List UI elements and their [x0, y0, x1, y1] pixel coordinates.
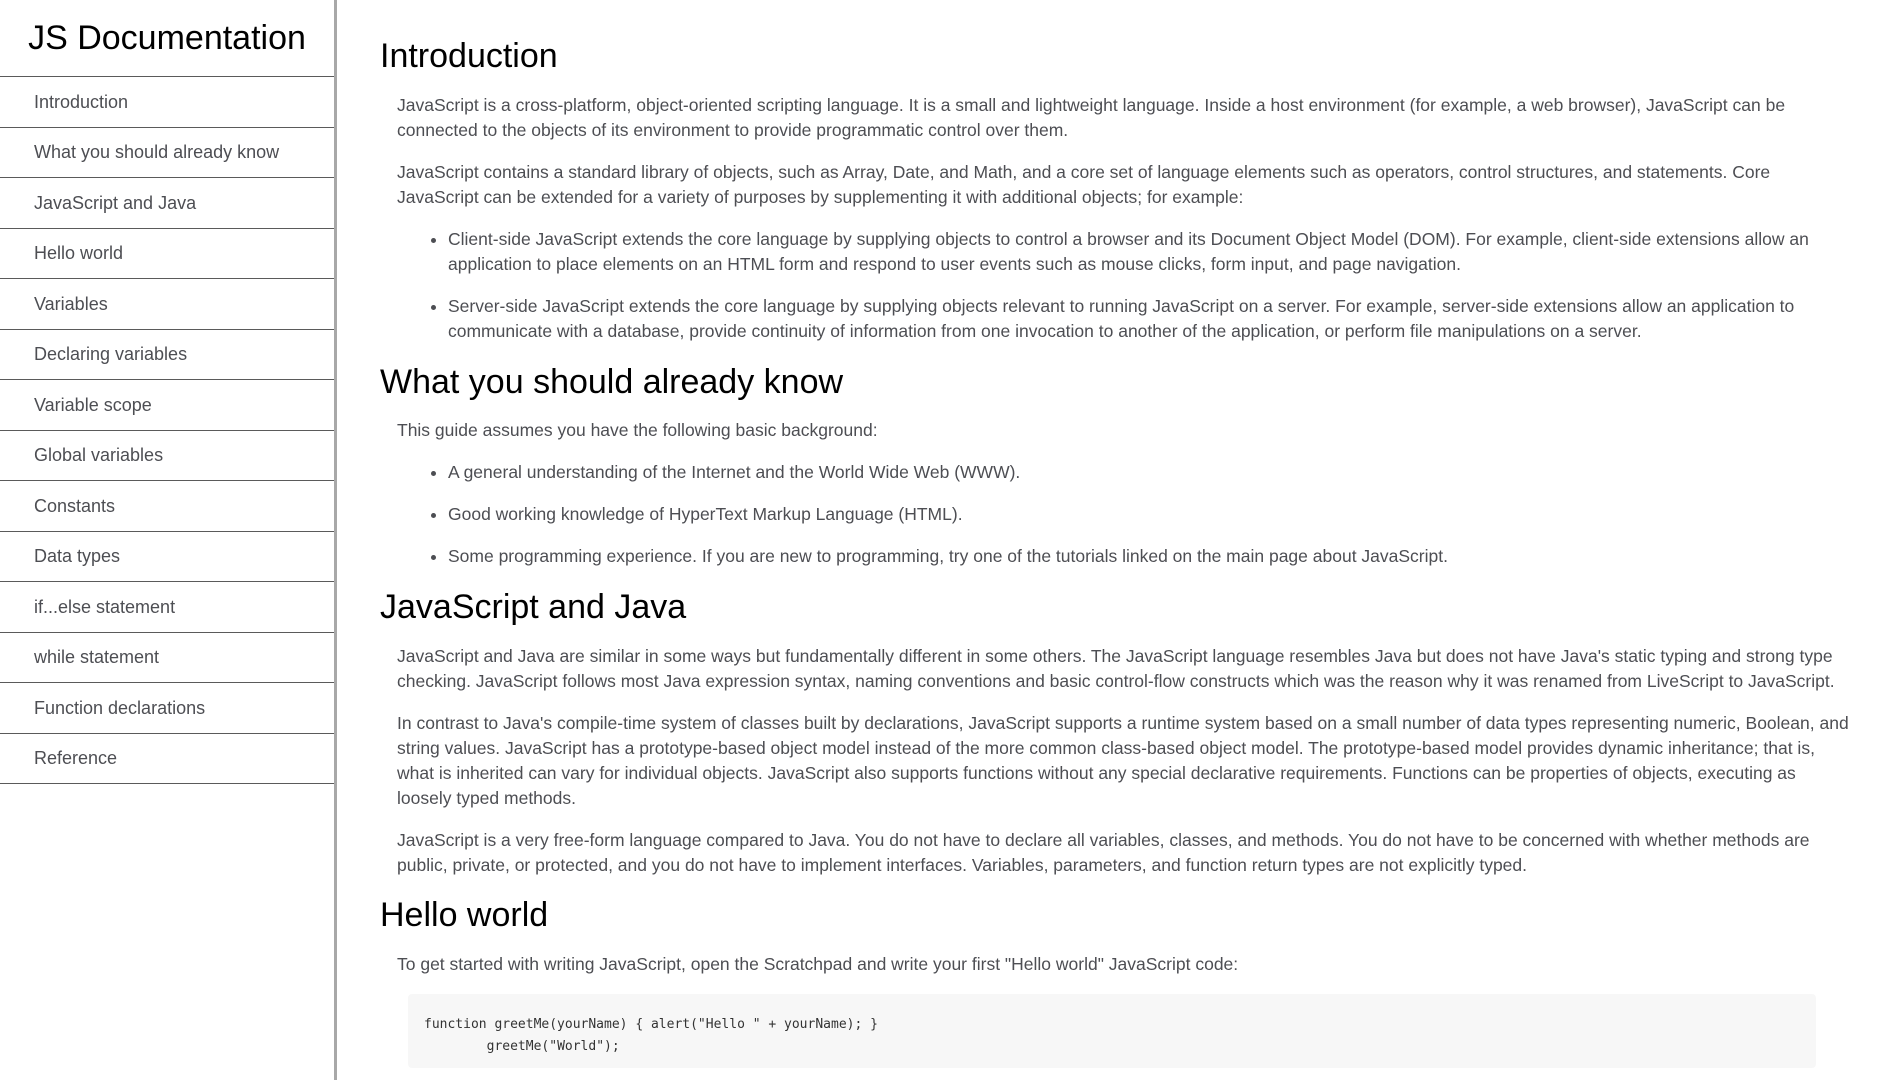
paragraph: JavaScript contains a standard library o…: [397, 162, 1771, 207]
nav-item-reference: Reference: [0, 733, 334, 784]
paragraph: JavaScript is a cross-platform, object-o…: [397, 95, 1786, 140]
nav-item-constants: Constants: [0, 481, 334, 532]
nav-item-variables: Variables: [0, 279, 334, 330]
code-block: function greetMe(yourName) { alert("Hell…: [408, 994, 1816, 1068]
nav-link-function-declarations[interactable]: Function declarations: [0, 683, 334, 733]
list-item: A general understanding of the Internet …: [448, 460, 1855, 485]
nav-title: JS Documentation: [0, 0, 334, 77]
section-what-you-should-already-know: What you should already know This guide …: [380, 362, 1855, 569]
nav-item-variable-scope: Variable scope: [0, 380, 334, 431]
nav-link-javascript-and-java[interactable]: JavaScript and Java: [0, 178, 334, 228]
code-line: function greetMe(yourName) { alert("Hell…: [424, 1017, 878, 1032]
paragraph: In contrast to Java's compile-time syste…: [397, 713, 1849, 808]
nav-link-hello-world[interactable]: Hello world: [0, 228, 334, 278]
nav-link-constants[interactable]: Constants: [0, 481, 334, 531]
section-introduction: Introduction JavaScript is a cross-platf…: [380, 0, 1855, 344]
nav-link-global-variables[interactable]: Global variables: [0, 430, 334, 480]
paragraph: JavaScript is a very free-form language …: [397, 830, 1810, 875]
nav-item-function-declarations: Function declarations: [0, 683, 334, 734]
nav-item-hello-world: Hello world: [0, 228, 334, 279]
nav-item-introduction: Introduction: [0, 77, 334, 128]
nav-link-introduction[interactable]: Introduction: [0, 77, 334, 127]
bullet-list: A general understanding of the Internet …: [397, 460, 1855, 569]
nav-item-if-else-statement: if...else statement: [0, 582, 334, 633]
code-line: greetMe("World");: [486, 1039, 620, 1054]
nav-item-javascript-and-java: JavaScript and Java: [0, 178, 334, 229]
list-item: Good working knowledge of HyperText Mark…: [448, 502, 1855, 527]
section-title-javascript-and-java: JavaScript and Java: [380, 588, 687, 626]
list-item: Client-side JavaScript extends the core …: [448, 227, 1855, 277]
nav-link-reference[interactable]: Reference: [0, 733, 334, 783]
nav-item-data-types: Data types: [0, 531, 334, 582]
nav-link-data-types[interactable]: Data types: [0, 531, 334, 581]
section-javascript-and-java: JavaScript and Java JavaScript and Java …: [380, 587, 1855, 878]
nav-link-what-you-should-already-know[interactable]: What you should already know: [0, 127, 334, 177]
nav-link-variables[interactable]: Variables: [0, 279, 334, 329]
list-item: Server-side JavaScript extends the core …: [448, 294, 1855, 344]
paragraph: This guide assumes you have the followin…: [397, 420, 878, 440]
section-hello-world: Hello world To get started with writing …: [380, 895, 1855, 1068]
paragraph: To get started with writing JavaScript, …: [397, 954, 1239, 974]
section-title-hello-world: Hello world: [380, 896, 549, 934]
nav-link-if-else-statement[interactable]: if...else statement: [0, 582, 334, 632]
list-item: Some programming experience. If you are …: [448, 544, 1855, 569]
nav-item-what-you-should-already-know: What you should already know: [0, 127, 334, 178]
section-title-what-you-should-already-know: What you should already know: [380, 363, 844, 401]
navbar: JS Documentation Introduction What you s…: [0, 0, 337, 1080]
nav-item-declaring-variables: Declaring variables: [0, 329, 334, 380]
paragraph: JavaScript and Java are similar in some …: [397, 646, 1835, 691]
section-title-introduction: Introduction: [380, 37, 558, 75]
main-doc: Introduction JavaScript is a cross-platf…: [380, 0, 1855, 1080]
nav-item-while-statement: while statement: [0, 632, 334, 683]
nav-link-variable-scope[interactable]: Variable scope: [0, 380, 334, 430]
nav-link-while-statement[interactable]: while statement: [0, 632, 334, 682]
nav-list: Introduction What you should already kno…: [0, 77, 334, 784]
bullet-list: Client-side JavaScript extends the core …: [397, 227, 1855, 344]
nav-link-declaring-variables[interactable]: Declaring variables: [0, 329, 334, 379]
nav-item-global-variables: Global variables: [0, 430, 334, 481]
